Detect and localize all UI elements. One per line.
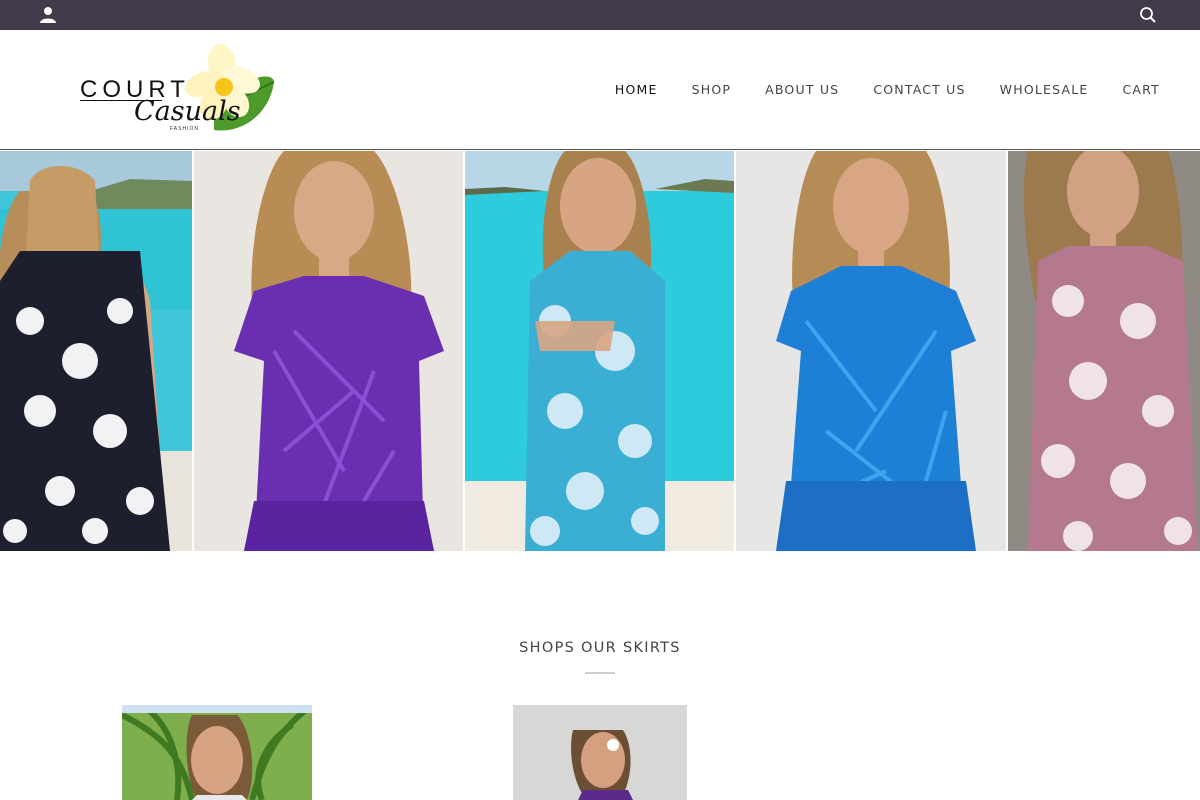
hero-image-turquoise-dress[interactable] <box>465 151 734 551</box>
title-underline <box>585 672 615 674</box>
hero-image-purple-dress[interactable] <box>194 151 463 551</box>
nav-shop[interactable]: SHOP <box>692 82 732 97</box>
user-icon[interactable] <box>38 5 58 25</box>
site-logo[interactable]: COURT Casuals FASHION <box>78 42 278 138</box>
hero-gallery <box>0 151 1200 551</box>
nav-contact-us[interactable]: CONTACT US <box>873 82 965 97</box>
top-bar <box>0 0 1200 30</box>
logo-word-fashion: FASHION <box>170 126 199 132</box>
product-image-2[interactable] <box>513 705 687 800</box>
main-nav: HOME SHOP ABOUT US CONTACT US WHOLESALE … <box>615 82 1160 97</box>
hero-image-black-white-dress[interactable] <box>0 151 192 551</box>
nav-wholesale[interactable]: WHOLESALE <box>1000 82 1089 97</box>
hero-image-mauve-dress[interactable] <box>1008 151 1200 551</box>
nav-cart[interactable]: CART <box>1123 82 1161 97</box>
nav-about-us[interactable]: ABOUT US <box>765 82 839 97</box>
site-header: COURT Casuals FASHION HOME SHOP ABOUT US… <box>0 30 1200 150</box>
search-icon[interactable] <box>1138 5 1158 25</box>
product-image-1[interactable] <box>122 705 312 800</box>
logo-word-casuals: Casuals <box>134 96 241 127</box>
section-title: SHOPS OUR SKIRTS <box>519 640 681 656</box>
nav-home[interactable]: HOME <box>615 82 658 97</box>
hero-image-blue-dress[interactable] <box>736 151 1006 551</box>
